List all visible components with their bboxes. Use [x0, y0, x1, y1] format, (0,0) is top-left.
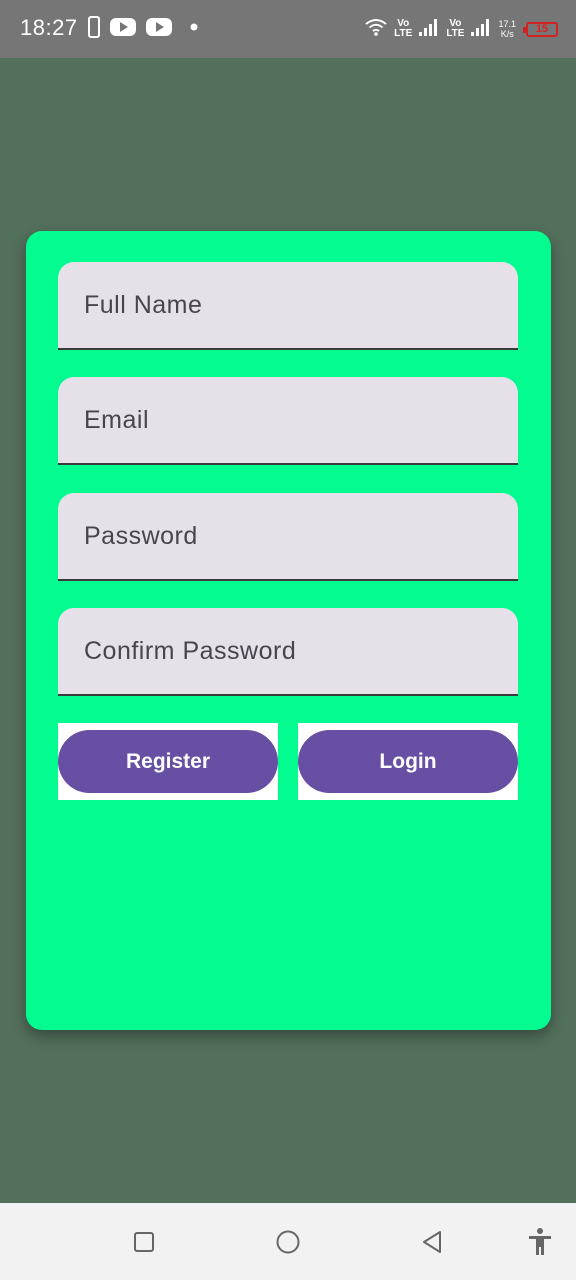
battery-icon: 15 [523, 21, 558, 37]
youtube-icon [146, 17, 172, 42]
full-name-input[interactable] [58, 262, 518, 348]
back-triangle-icon[interactable] [415, 1225, 449, 1259]
status-bar: 18:27 Vo LTE Vo LTE 17.1 K/s 15 [0, 0, 576, 58]
notification-dot-icon [182, 17, 202, 42]
accessibility-icon[interactable] [523, 1225, 557, 1259]
speed-value: 17.1 [498, 19, 516, 29]
home-circle-icon[interactable] [271, 1225, 305, 1259]
email-input[interactable] [58, 377, 518, 463]
youtube-icon [110, 17, 136, 42]
status-right-icons: Vo LTE Vo LTE 17.1 K/s 15 [364, 14, 558, 44]
volte-bottom: LTE [446, 28, 465, 39]
wifi-icon [364, 17, 388, 42]
recents-square-icon[interactable] [127, 1225, 161, 1259]
navigation-bar [0, 1203, 576, 1280]
signal-icon [418, 17, 440, 42]
volte-indicator-2: Vo LTE [446, 19, 464, 39]
speed-unit: K/s [500, 29, 514, 39]
status-time: 18:27 [20, 15, 78, 40]
register-button-container: Register [58, 723, 278, 800]
register-button[interactable]: Register [58, 730, 278, 793]
confirm-password-input[interactable] [58, 608, 518, 694]
password-field[interactable] [58, 493, 518, 581]
login-button[interactable]: Login [298, 730, 518, 793]
phone-icon [88, 15, 100, 43]
volte-indicator-1: Vo LTE [394, 19, 412, 39]
status-left-icons [88, 15, 202, 43]
login-button-container: Login [298, 723, 518, 800]
volte-bottom: LTE [394, 28, 413, 39]
signal-icon [470, 17, 492, 42]
register-card: Register Login [26, 231, 551, 1030]
full-name-field[interactable] [58, 262, 518, 350]
password-input[interactable] [58, 493, 518, 579]
battery-level: 15 [535, 23, 549, 35]
network-speed: 17.1 K/s [498, 19, 516, 39]
confirm-password-field[interactable] [58, 608, 518, 696]
email-field[interactable] [58, 377, 518, 465]
